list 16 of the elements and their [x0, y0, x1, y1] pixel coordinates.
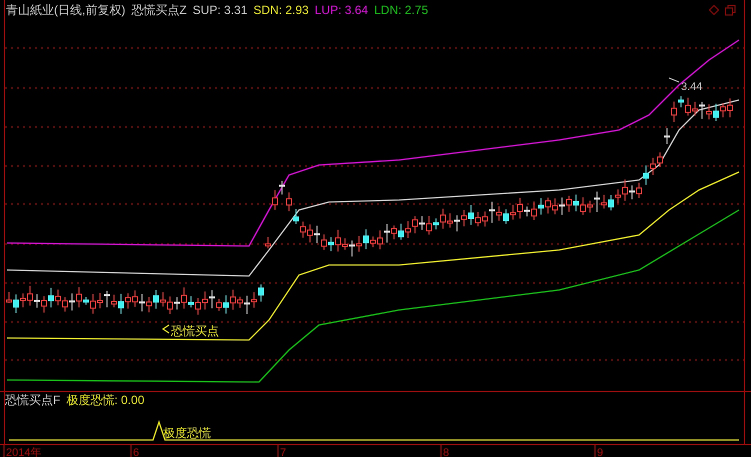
candlestick: [664, 128, 670, 145]
indicator-reading: LUP: 3.64: [314, 2, 368, 19]
indicator-reading: 极度恐慌: 0.00: [66, 392, 144, 409]
candlestick: [265, 236, 271, 249]
signal-label: 恐慌买点: [171, 324, 219, 338]
indicator-reading: LDN: 2.75: [374, 2, 428, 19]
indicator-chart-drawing: 极度恐慌: [5, 408, 744, 444]
date-axis: 2014年 6 7 8 9: [0, 445, 751, 457]
diamond-icon[interactable]: [709, 5, 719, 15]
high-price-label: 3.44: [668, 78, 702, 93]
indicator-name: 恐慌买点F: [5, 392, 60, 409]
windows-icon[interactable]: [725, 4, 736, 16]
indicator-reading: SUP: 3.31: [192, 2, 248, 19]
indicator-name: 恐慌买点Z: [131, 2, 187, 19]
stock-title: 青山紙业(日线,前复权): [6, 2, 126, 19]
indicator-reading: SDN: 2.93: [253, 2, 309, 19]
